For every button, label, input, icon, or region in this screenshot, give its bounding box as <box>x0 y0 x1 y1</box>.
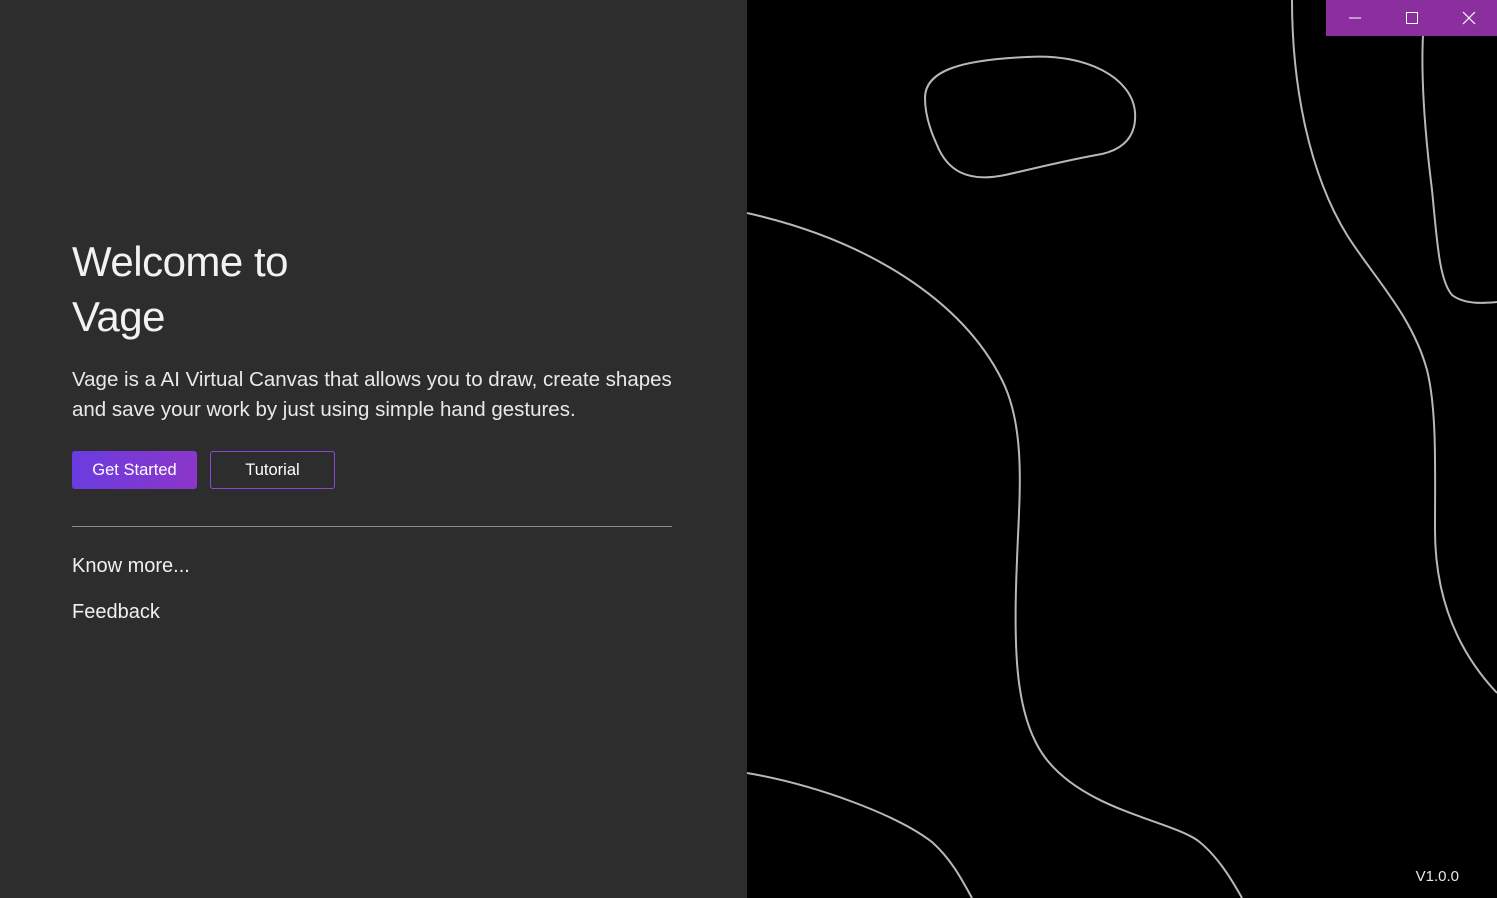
action-buttons: Get Started Tutorial <box>72 451 672 489</box>
maximize-icon <box>1405 12 1418 24</box>
window-controls <box>1326 0 1497 36</box>
page-title: Welcome to Vage <box>72 234 372 344</box>
right-curve-outline <box>1291 0 1497 694</box>
get-started-button[interactable]: Get Started <box>72 451 197 489</box>
minimize-button[interactable] <box>1326 0 1383 36</box>
blob-outline <box>923 55 1137 179</box>
version-label: V1.0.0 <box>1415 868 1459 885</box>
close-icon <box>1462 11 1475 25</box>
title-line-2: Vage <box>72 293 165 340</box>
welcome-panel: Welcome to Vage Vage is a AI Virtual Can… <box>0 0 747 898</box>
feedback-link[interactable]: Feedback <box>72 600 672 624</box>
line-art-illustration <box>747 0 1497 898</box>
close-button[interactable] <box>1440 0 1497 36</box>
tutorial-button[interactable]: Tutorial <box>210 451 335 489</box>
know-more-link[interactable]: Know more... <box>72 554 672 578</box>
maximize-button[interactable] <box>1383 0 1440 36</box>
decorative-canvas-panel: V1.0.0 <box>747 0 1497 898</box>
bottom-curve-outline <box>747 772 973 898</box>
title-line-1: Welcome to <box>72 238 288 285</box>
app-description: Vage is a AI Virtual Canvas that allows … <box>72 368 672 421</box>
large-curve-outline <box>747 212 1243 898</box>
welcome-content: Welcome to Vage Vage is a AI Virtual Can… <box>72 234 672 624</box>
app-window: Welcome to Vage Vage is a AI Virtual Can… <box>0 0 1497 898</box>
divider <box>72 526 672 527</box>
far-right-curve-outline <box>1421 0 1497 304</box>
minimize-icon <box>1348 17 1361 19</box>
